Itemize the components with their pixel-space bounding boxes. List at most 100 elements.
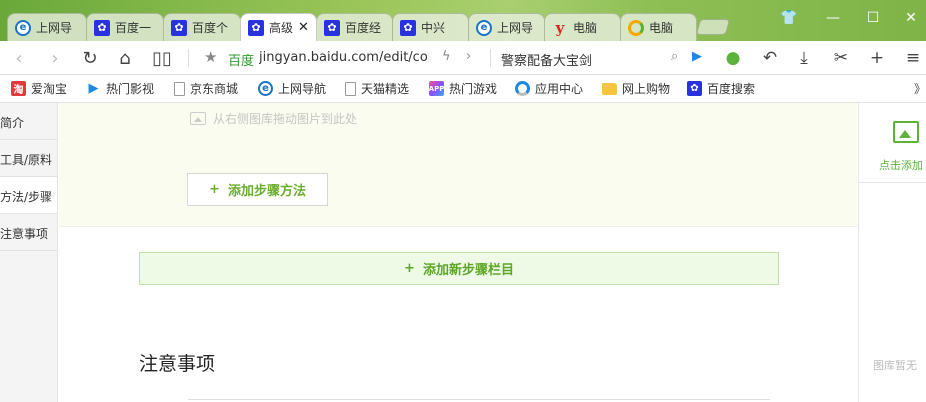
ie-icon: e (15, 19, 31, 36)
bookmark-item[interactable]: 应用中心 (515, 80, 583, 97)
nav-item-intro[interactable]: 简介 (0, 103, 57, 140)
bookmark-label: 热门游戏 (449, 82, 498, 96)
nav-item-tools[interactable]: 工具/原料 (0, 140, 57, 177)
plus-icon: + (404, 261, 415, 276)
divider (188, 49, 189, 67)
bookmark-item[interactable]: 淘 爱淘宝 (11, 80, 67, 97)
add-step-method-button[interactable]: + 添加步骤方法 (187, 173, 328, 206)
bookmark-item[interactable]: ✿ 百度搜索 (687, 80, 755, 97)
undo-icon[interactable]: ↶ (759, 47, 781, 69)
reader-icon[interactable]: ▯▯ (151, 47, 173, 69)
tab-label: 百度一 (115, 21, 152, 35)
bookmark-item[interactable]: 京东商城 (174, 80, 238, 97)
maximize-button[interactable]: ☐ (863, 10, 883, 26)
bookmark-item[interactable]: 天猫精选 (345, 80, 409, 97)
refresh-icon[interactable]: ↻ (79, 47, 101, 69)
menu-icon[interactable]: ≡ (902, 47, 924, 69)
search-input[interactable]: 警察配备大宝剑 (501, 50, 592, 69)
close-window-button[interactable]: ✕ (901, 10, 921, 26)
baidu-paw-icon: ✿ (400, 19, 416, 36)
tab-label: 百度个 (192, 21, 229, 35)
tab-label: 上网导 (36, 21, 73, 35)
drag-hint-text: 从右侧图库拖动图片到此处 (213, 112, 358, 126)
plus-icon[interactable]: + (866, 47, 888, 69)
folder-icon (602, 82, 617, 95)
library-empty-text: 图库暂无 (873, 359, 917, 372)
add-image-button[interactable]: 点击添加 (859, 103, 926, 183)
add-step-method-label: 添加步骤方法 (227, 184, 306, 199)
back-icon[interactable]: ‹ (8, 47, 30, 69)
baidu-paw-icon: ✿ (171, 19, 187, 36)
bookmark-label: 天猫精选 (361, 82, 410, 96)
tab-label: 上网导 (497, 21, 534, 35)
tab-bar: e 上网导 ✿ 百度一 ✿ 百度个 ✿ 高级 ✕ ✿ 百度经 ✿ 中兴 e 上网… (0, 0, 926, 41)
tab-1[interactable]: ✿ 百度一 (86, 13, 164, 41)
taobao-icon: 淘 (11, 81, 26, 96)
home-icon[interactable]: ⌂ (114, 47, 136, 69)
bookmark-label: 百度搜索 (707, 82, 756, 96)
chevron-right-icon[interactable]: › (466, 49, 471, 64)
image-upload-icon (893, 121, 919, 143)
skin-icon[interactable]: 👕 (779, 10, 799, 26)
tab-2[interactable]: ✿ 百度个 (163, 13, 241, 41)
star-icon[interactable]: ★ (204, 48, 217, 66)
tab-0[interactable]: e 上网导 (7, 13, 87, 41)
add-step-section-label: 添加新步骤栏目 (422, 263, 514, 278)
baidu-paw-icon: ✿ (248, 19, 264, 36)
tab-label: 百度经 (345, 21, 382, 35)
tab-5[interactable]: ✿ 中兴 (392, 13, 469, 41)
ie-icon: e (258, 81, 273, 96)
tab-label: 中兴 (421, 21, 446, 35)
search-icon[interactable]: ⌕ (671, 49, 678, 64)
image-drop-zone[interactable]: 从右侧图库拖动图片到此处 (190, 110, 357, 127)
baidu-paw-icon: ✿ (324, 19, 340, 36)
tab-3-active[interactable]: ✿ 高级 ✕ (240, 13, 317, 41)
tab-6[interactable]: e 上网导 (468, 13, 545, 41)
bookmark-item[interactable]: e 上网导航 (258, 80, 326, 97)
bookmark-item[interactable]: ▶ 热门影视 (86, 80, 155, 97)
lightning-icon[interactable]: ϟ (442, 49, 451, 64)
site-label: 百度 (228, 54, 255, 69)
tab-4[interactable]: ✿ 百度经 (316, 13, 393, 41)
new-tab-button[interactable] (695, 19, 731, 35)
nav-item-steps[interactable]: 方法/步骤 (0, 177, 57, 214)
add-image-label: 点击添加 (879, 159, 923, 172)
tab-label: 电脑 (573, 21, 598, 35)
bookmark-item[interactable]: 网上购物 (602, 80, 670, 97)
bookmarks-more-icon[interactable]: 》 (914, 80, 926, 97)
tab-8[interactable]: 电脑 (620, 13, 697, 41)
y-icon: y (555, 18, 565, 37)
app-center-icon (515, 81, 530, 96)
wechat-icon[interactable]: ● (722, 47, 744, 69)
close-tab-icon[interactable]: ✕ (298, 20, 309, 35)
page-icon (174, 81, 185, 96)
forward-icon[interactable]: › (44, 47, 66, 69)
download-icon[interactable]: ⤓ (793, 47, 815, 69)
plus-icon: + (209, 182, 220, 197)
bookmarks-bar: 淘 爱淘宝 ▶ 热门影视 京东商城 e 上网导航 天猫精选 APP 热门游戏 应… (0, 75, 926, 103)
notes-input-line[interactable] (188, 399, 770, 400)
page-content: 简介 工具/原料 方法/步骤 注意事项 从右侧图库拖动图片到此处 + 添加步骤方… (0, 103, 926, 402)
image-icon (190, 112, 206, 125)
baidu-paw-icon: ✿ (687, 81, 702, 96)
image-library-panel: 点击添加 图库暂无 (858, 103, 926, 402)
baidu-paw-icon: ✿ (94, 19, 110, 36)
bookmark-label: 热门影视 (106, 82, 155, 96)
nav-item-notes[interactable]: 注意事项 (0, 214, 57, 251)
game-icon: APP (429, 81, 444, 96)
minimize-button[interactable]: — (823, 10, 843, 26)
bookmark-label: 京东商城 (190, 82, 239, 96)
divider (490, 49, 491, 67)
play-icon[interactable]: ▶ (692, 49, 702, 64)
scissors-icon[interactable]: ✂ (830, 47, 852, 69)
ring-icon (628, 19, 644, 36)
url-field[interactable]: jingyan.baidu.com/edit/cor (259, 50, 429, 65)
bookmark-label: 网上购物 (622, 82, 671, 96)
bookmark-label: 应用中心 (535, 82, 584, 96)
bookmark-label: 爱淘宝 (31, 82, 68, 96)
tab-7[interactable]: y 电脑 (544, 13, 621, 41)
add-step-section-button[interactable]: + 添加新步骤栏目 (139, 252, 779, 285)
address-toolbar: ‹ › ↻ ⌂ ▯▯ ★ 百度 jingyan.baidu.com/edit/c… (0, 41, 926, 75)
tab-label: 高级 (269, 21, 294, 35)
bookmark-item[interactable]: APP 热门游戏 (429, 80, 497, 97)
